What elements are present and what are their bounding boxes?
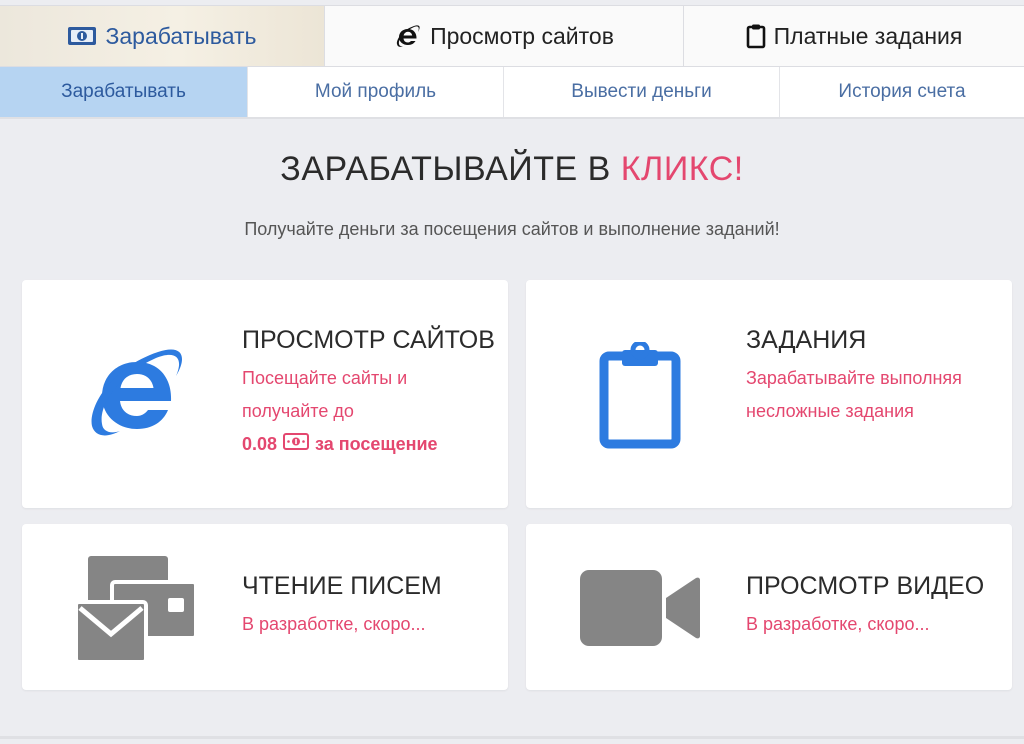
tab-site-views-label: Просмотр сайтов bbox=[430, 22, 614, 49]
card-tasks-text: Зарабатывайте выполняя несложные задания bbox=[746, 368, 962, 421]
card-video: ПРОСМОТР ВИДЕО В разработке, скоро... bbox=[526, 524, 1012, 690]
money-icon bbox=[67, 26, 97, 46]
reward-suffix: за посещение bbox=[315, 434, 438, 454]
tab-earn[interactable]: Зарабатывать bbox=[0, 6, 325, 66]
card-site-views[interactable]: ПРОСМОТР САЙТОВ Посещайте сайты и получа… bbox=[22, 280, 508, 508]
card-tasks[interactable]: ЗАДАНИЯ Зарабатывайте выполняя несложные… bbox=[526, 280, 1012, 508]
card-site-views-title: ПРОСМОТР САЙТОВ bbox=[242, 326, 495, 354]
card-tasks-title: ЗАДАНИЯ bbox=[746, 326, 867, 354]
internet-explorer-icon bbox=[394, 23, 422, 49]
video-camera-icon bbox=[578, 568, 702, 653]
page-subtitle: Получайте деньги за посещения сайтов и в… bbox=[244, 219, 780, 239]
tab-earn-label: Зарабатывать bbox=[105, 22, 257, 49]
card-reading-emails-text: В разработке, скоро... bbox=[242, 614, 426, 634]
tab-site-views[interactable]: Просмотр сайтов bbox=[325, 6, 684, 66]
card-site-views-text: Посещайте сайты и получайте до 0.08 за п… bbox=[242, 362, 492, 461]
card-reading-emails-title: ЧТЕНИЕ ПИСЕМ bbox=[242, 572, 442, 600]
subtab-account-history[interactable]: История счета bbox=[780, 67, 1024, 117]
money-icon bbox=[283, 428, 310, 461]
subtab-my-profile[interactable]: Мой профиль bbox=[248, 67, 504, 117]
tab-paid-tasks[interactable]: Платные задания bbox=[684, 6, 1024, 66]
card-video-text: В разработке, скоро... bbox=[746, 614, 930, 634]
reward-value: 0.08 bbox=[242, 434, 278, 454]
clipboard-icon bbox=[746, 23, 766, 49]
card-video-title: ПРОСМОТР ВИДЕО bbox=[746, 572, 985, 600]
page-title-accent: КЛИКС! bbox=[620, 150, 744, 188]
page-title-main: ЗАРАБАТЫВАЙТЕ В bbox=[280, 150, 621, 188]
page-title: ЗАРАБАТЫВАЙТЕ В КЛИКС! bbox=[0, 150, 1024, 189]
clipboard-icon bbox=[598, 340, 682, 455]
subtab-withdraw[interactable]: Вывести деньги bbox=[504, 67, 780, 117]
sub-navigation: Зарабатывать Мой профиль Вывести деньги … bbox=[0, 67, 1024, 119]
card-site-views-desc: Посещайте сайты и получайте до bbox=[242, 368, 408, 421]
reward: 0.08 за посещение bbox=[242, 428, 438, 461]
subtab-earn[interactable]: Зарабатывать bbox=[0, 67, 248, 117]
footer-divider bbox=[0, 736, 1024, 739]
top-navigation: Зарабатывать Просмотр сайтов Платные зад… bbox=[0, 5, 1024, 67]
internet-explorer-icon bbox=[80, 338, 192, 455]
tab-paid-tasks-label: Платные задания bbox=[773, 22, 963, 49]
mail-icon bbox=[74, 554, 198, 669]
card-reading-emails: ЧТЕНИЕ ПИСЕМ В разработке, скоро... bbox=[22, 524, 508, 690]
